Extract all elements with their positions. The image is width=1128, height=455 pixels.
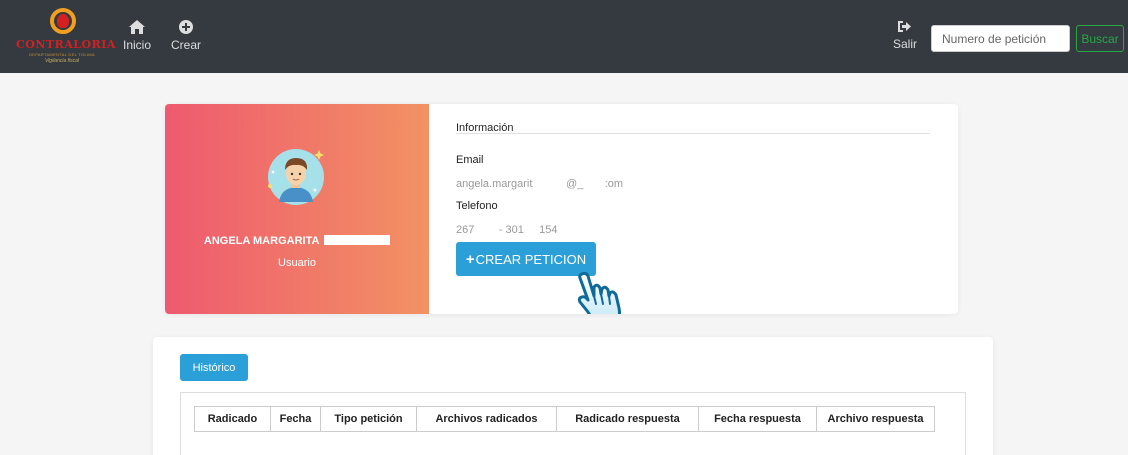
profile-card: ANGELA MARGARITA Usuario Información Ema… bbox=[165, 104, 958, 314]
email-value: angela.margarit @_ :om bbox=[456, 178, 624, 190]
logo-flame-icon bbox=[57, 14, 69, 28]
col-fecha[interactable]: Fecha bbox=[270, 406, 321, 432]
nav-inicio-label: Inicio bbox=[122, 38, 151, 52]
top-navbar: CONTRALORIA DEPARTAMENTAL DEL TOLIMA Vig… bbox=[0, 0, 1128, 73]
col-radicado[interactable]: Radicado bbox=[194, 406, 271, 432]
hand-pointer-icon bbox=[577, 272, 621, 314]
history-table: Radicado Fecha Tipo petición Archivos ra… bbox=[194, 406, 935, 432]
brand-logo[interactable]: CONTRALORIA DEPARTAMENTAL DEL TOLIMA Vig… bbox=[16, 8, 116, 66]
plus-circle-icon bbox=[179, 20, 193, 34]
nav-crear[interactable]: Crear bbox=[170, 20, 202, 52]
nav-crear-label: Crear bbox=[170, 38, 201, 52]
col-tipo-peticion[interactable]: Tipo petición bbox=[320, 406, 417, 432]
logo-text: CONTRALORIA bbox=[16, 38, 116, 51]
history-table-container: Radicado Fecha Tipo petición Archivos ra… bbox=[180, 392, 966, 455]
user-role: Usuario bbox=[278, 257, 316, 269]
logo-subtitle: DEPARTAMENTAL DEL TOLIMA bbox=[29, 52, 95, 57]
col-archivos-radicados[interactable]: Archivos radicados bbox=[416, 406, 557, 432]
table-header-row: Radicado Fecha Tipo petición Archivos ra… bbox=[194, 406, 935, 432]
profile-banner: ANGELA MARGARITA Usuario bbox=[165, 104, 429, 314]
tab-historico[interactable]: Histórico bbox=[180, 354, 248, 381]
history-card: Histórico Radicado Fecha Tipo petición A… bbox=[153, 337, 993, 455]
plus-icon: + bbox=[465, 250, 475, 268]
user-name: ANGELA MARGARITA bbox=[165, 235, 429, 247]
col-radicado-respuesta[interactable]: Radicado respuesta bbox=[556, 406, 699, 432]
create-request-label: CREAR PETICION bbox=[475, 251, 587, 267]
home-icon bbox=[129, 20, 145, 34]
sign-out-icon bbox=[898, 21, 911, 32]
nav-salir-label: Salir bbox=[892, 37, 917, 51]
col-archivo-respuesta[interactable]: Archivo respuesta bbox=[816, 406, 935, 432]
user-avatar-icon bbox=[268, 149, 324, 205]
phone-label: Telefono bbox=[456, 200, 498, 212]
search-input[interactable] bbox=[931, 25, 1070, 52]
search-button[interactable]: Buscar bbox=[1076, 25, 1124, 52]
nav-salir[interactable]: Salir bbox=[889, 20, 921, 51]
logo-tagline: Vigilancia fiscal bbox=[44, 58, 80, 64]
create-request-button[interactable]: + CREAR PETICION bbox=[456, 242, 596, 276]
col-fecha-respuesta[interactable]: Fecha respuesta bbox=[698, 406, 817, 432]
email-label: Email bbox=[456, 154, 484, 166]
info-divider bbox=[456, 133, 930, 134]
nav-inicio[interactable]: Inicio bbox=[120, 20, 154, 52]
phone-value: 267 - 301 154 bbox=[456, 224, 558, 236]
name-redaction bbox=[324, 235, 391, 245]
